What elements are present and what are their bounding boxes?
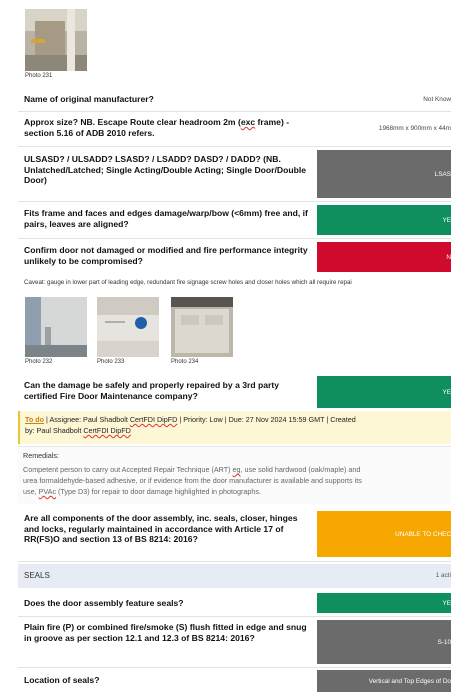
row-seal-type: Plain fire (P) or combined fire/smoke (S… <box>18 617 451 668</box>
photo-232[interactable]: Photo 232 <box>25 297 87 369</box>
answer-features-seals-label: YE <box>442 599 451 607</box>
row-maintained: Are all components of the door assembly,… <box>18 507 451 562</box>
row-door-type: ULSASD? / ULSADD? LSASD? / LSADD? DASD? … <box>18 147 451 202</box>
todo-line-2: by: Paul Shadbolt CertFDI DipFD <box>25 426 131 435</box>
photo-233-image <box>97 297 159 357</box>
question-fits-frame: Fits frame and faces and edges damage/wa… <box>24 208 308 229</box>
answer-manufacturer[interactable]: Not Know <box>331 96 451 103</box>
remedials-line-3: use, PVAc (Type D3) for repair to door d… <box>23 487 262 496</box>
todo-link[interactable]: To do <box>25 415 44 424</box>
answer-maintained-label: UNABLE TO CHEC <box>395 530 451 538</box>
photo-234[interactable]: Photo 234 <box>171 297 233 369</box>
photo-231-caption: Photo 231 <box>25 73 53 79</box>
photo-233[interactable]: Photo 233 <box>97 297 159 369</box>
question-door-type: ULSASD? / ULSADD? LSASD? / LSADD? DASD? … <box>24 154 307 186</box>
answer-fits-frame[interactable]: YE <box>317 205 451 235</box>
answer-approx-size[interactable]: 1968mm x 900mm x 44m <box>331 125 451 132</box>
answer-seal-location-label: Vertical and Top Edges of Do <box>368 677 451 685</box>
photo-234-image <box>171 297 233 357</box>
section-seals-header[interactable]: SEALS 1 acti <box>18 564 451 588</box>
answer-seal-location[interactable]: Vertical and Top Edges of Do <box>317 670 451 692</box>
question-seal-type: Plain fire (P) or combined fire/smoke (S… <box>24 622 307 643</box>
row-not-damaged: Confirm door not damaged or modified and… <box>18 239 451 275</box>
photo-232-caption: Photo 232 <box>25 359 53 365</box>
answer-repairable-label: YE <box>442 388 451 396</box>
question-manufacturer: Name of original manufacturer? <box>24 94 154 104</box>
question-maintained: Are all components of the door assembly,… <box>24 513 298 545</box>
row-features-seals: Does the door assembly feature seals? YE <box>18 590 451 617</box>
row-seal-location: Location of seals? Vertical and Top Edge… <box>18 668 451 692</box>
question-not-damaged: Confirm door not damaged or modified and… <box>24 245 308 266</box>
answer-seal-type[interactable]: S-10 <box>317 620 451 664</box>
question-repairable: Can the damage be safely and properly re… <box>24 380 280 401</box>
photo-231[interactable]: Photo 231 <box>25 9 87 81</box>
answer-door-type[interactable]: LSAS <box>317 150 451 198</box>
section-seals-title: SEALS <box>24 571 50 580</box>
answer-seal-type-label: S-10 <box>437 638 451 646</box>
photo-231-image <box>25 9 87 71</box>
row-manufacturer: Name of original manufacturer? Not Know <box>18 86 451 112</box>
answer-repairable[interactable]: YE <box>317 376 451 408</box>
remedials-line-2: urea formaldehyde-based adhesive, or if … <box>23 476 362 485</box>
answer-fits-frame-label: YE <box>442 216 451 224</box>
question-approx-size: Approx size? NB. Escape Route clear head… <box>24 117 290 138</box>
photo-232-image <box>25 297 87 357</box>
photo-234-caption: Photo 234 <box>171 359 199 365</box>
caveat-note: Caveat: gauge in lower part of leading e… <box>24 279 352 286</box>
question-seal-location: Location of seals? <box>24 675 100 685</box>
row-approx-size: Approx size? NB. Escape Route clear head… <box>18 111 451 147</box>
remedials-label: Remedials: <box>23 451 59 460</box>
answer-not-damaged[interactable]: N <box>317 242 451 272</box>
inspection-report-page: Photo 231 Name of original manufacturer?… <box>0 0 451 692</box>
row-repairable: Can the damage be safely and properly re… <box>18 374 451 408</box>
remedials-line-1: Competent person to carry out Accepted R… <box>23 465 361 474</box>
todo-line-1: To do | Assignee: Paul Shadbolt CertFDI … <box>25 415 356 424</box>
remedials-box: Remedials: Competent person to carry out… <box>18 446 451 504</box>
question-features-seals: Does the door assembly feature seals? <box>24 598 184 608</box>
section-seals-count: 1 acti <box>435 572 451 579</box>
answer-maintained[interactable]: UNABLE TO CHEC <box>317 511 451 557</box>
answer-features-seals[interactable]: YE <box>317 593 451 613</box>
photo-233-caption: Photo 233 <box>97 359 125 365</box>
answer-not-damaged-label: N <box>446 253 451 261</box>
answer-door-type-label: LSAS <box>434 170 451 178</box>
row-fits-frame: Fits frame and faces and edges damage/wa… <box>18 202 451 239</box>
todo-action: To do | Assignee: Paul Shadbolt CertFDI … <box>18 411 451 444</box>
